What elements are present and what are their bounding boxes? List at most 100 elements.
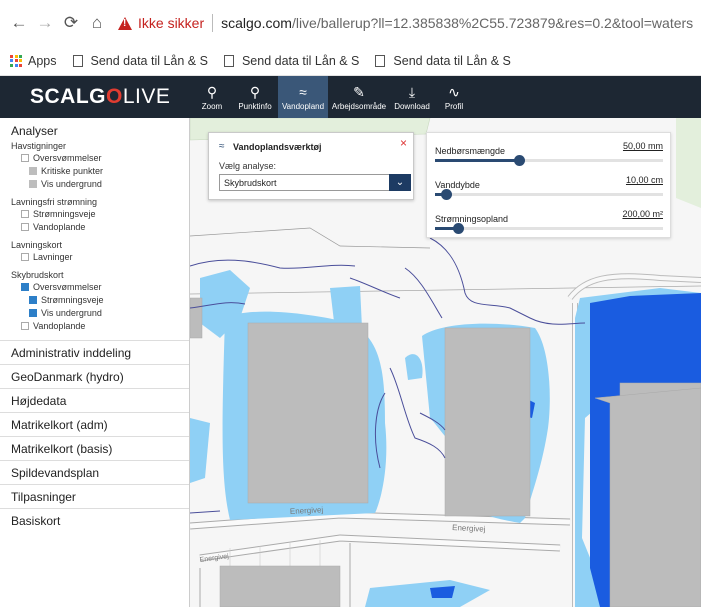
security-label: Ikke sikker bbox=[138, 15, 205, 31]
tool-zoom[interactable]: ⚲ Zoom bbox=[192, 76, 232, 118]
checkbox[interactable] bbox=[29, 309, 37, 317]
tool-profil[interactable]: ∿ Profil bbox=[434, 76, 474, 118]
layer-toggle[interactable]: Oversvømmelser bbox=[0, 151, 189, 164]
checkbox[interactable] bbox=[29, 180, 37, 188]
panel-title: Vandoplandsværktøj bbox=[233, 142, 322, 152]
water-icon: ≈ bbox=[299, 83, 307, 100]
section-hojdedata[interactable]: Højdedata bbox=[0, 388, 189, 412]
slider-vanddybde: Vanddybde 10,00 cm bbox=[435, 175, 663, 200]
section-geodanmark-hydro[interactable]: GeoDanmark (hydro) bbox=[0, 364, 189, 388]
slider-label: Nedbørsmængde bbox=[435, 146, 506, 156]
group-title: Havstigninger bbox=[11, 141, 67, 151]
checkbox[interactable] bbox=[21, 283, 29, 291]
checkbox[interactable] bbox=[21, 210, 29, 218]
reload-icon[interactable]: ⟳ bbox=[58, 13, 84, 33]
chevron-down-icon[interactable]: ⌄ bbox=[389, 174, 411, 191]
home-icon[interactable]: ⌂ bbox=[84, 13, 110, 33]
section-spildevandsplan[interactable]: Spildevandsplan bbox=[0, 460, 189, 484]
logo-text-live: LIVE bbox=[122, 85, 171, 108]
layer-label: Vandoplande bbox=[33, 222, 86, 232]
layer-label: Kritiske punkter bbox=[41, 166, 104, 176]
bookmark-item[interactable]: Send data til Lån & S bbox=[72, 53, 208, 68]
checkbox[interactable] bbox=[29, 296, 37, 304]
profile-line-icon: ∿ bbox=[448, 83, 460, 100]
analysis-select[interactable]: Skybrudskort ⌄ bbox=[219, 174, 411, 191]
forward-arrow-icon[interactable]: → bbox=[32, 13, 58, 33]
bookmarks-bar: Apps Send data til Lån & S Send data til… bbox=[0, 46, 701, 76]
checkbox[interactable] bbox=[21, 322, 29, 330]
slider-handle[interactable] bbox=[452, 223, 464, 234]
slider-track[interactable] bbox=[435, 189, 663, 200]
layer-toggle[interactable]: Kritiske punkter bbox=[0, 164, 189, 177]
select-value: Skybrudskort bbox=[224, 178, 277, 188]
url-host: scalgo.com bbox=[221, 15, 292, 31]
slider-track[interactable] bbox=[435, 155, 663, 166]
tool-vandopland[interactable]: ≈ Vandopland bbox=[278, 76, 328, 118]
bookmark-label: Send data til Lån & S bbox=[90, 53, 208, 68]
bookmark-item[interactable]: Send data til Lån & S bbox=[375, 54, 511, 68]
layer-label: Lavninger bbox=[33, 252, 73, 262]
group-title: Skybrudskort bbox=[11, 270, 64, 280]
layer-toggle[interactable]: Vandoplande bbox=[0, 220, 189, 233]
slider-track[interactable] bbox=[435, 223, 663, 234]
document-icon bbox=[72, 54, 83, 67]
section-basiskort[interactable]: Basiskort bbox=[0, 508, 189, 532]
slider-handle[interactable] bbox=[441, 189, 453, 200]
layer-toggle[interactable]: Vis undergrund bbox=[0, 306, 189, 319]
tool-label: Profil bbox=[444, 101, 464, 111]
slider-value[interactable]: 200,00 m² bbox=[622, 209, 663, 219]
layer-toggle[interactable]: Strømningsveje bbox=[0, 293, 189, 306]
tool-arbejdsomrade[interactable]: ✎ Arbejdsområde bbox=[328, 76, 390, 118]
divider bbox=[212, 14, 214, 32]
tool-label: Punktinfo bbox=[238, 101, 272, 111]
slider-value[interactable]: 50,00 mm bbox=[623, 141, 663, 151]
download-icon: ⤓ bbox=[408, 83, 416, 100]
layer-label: Vis undergrund bbox=[41, 179, 102, 189]
layer-toggle[interactable]: Strømningsveje bbox=[0, 207, 189, 220]
browser-address-bar: ← → ⟳ ⌂ Ikke sikker scalgo.com/live/ball… bbox=[0, 0, 701, 46]
section-matrikelkort-adm[interactable]: Matrikelkort (adm) bbox=[0, 412, 189, 436]
water-icon: ≈ bbox=[219, 141, 225, 152]
layer-toggle[interactable]: Lavninger bbox=[0, 250, 189, 263]
security-indicator[interactable]: Ikke sikker bbox=[118, 15, 204, 31]
scalgo-live-logo[interactable]: SCALGOLIVE bbox=[0, 85, 190, 109]
section-administrativ-inddeling[interactable]: Administrativ inddeling bbox=[0, 340, 189, 364]
url-field[interactable]: scalgo.com/live/ballerup?ll=12.385838%2C… bbox=[221, 15, 693, 31]
group-title: Lavningskort bbox=[11, 240, 63, 250]
layer-toggle[interactable]: Vis undergrund bbox=[0, 177, 189, 190]
tool-punktinfo[interactable]: ⚲ Punktinfo bbox=[232, 76, 278, 118]
slider-stromningsopland: Strømningsopland 200,00 m² bbox=[435, 209, 663, 234]
bookmark-label: Send data til Lån & S bbox=[241, 53, 360, 68]
select-label: Vælg analyse: bbox=[219, 161, 277, 171]
logo-text: SCALG bbox=[30, 85, 106, 108]
checkbox[interactable] bbox=[21, 223, 29, 231]
close-icon[interactable]: × bbox=[400, 136, 407, 150]
app-header: SCALGOLIVE ⚲ Zoom ⚲ Punktinfo ≈ Vandopla… bbox=[0, 76, 701, 118]
layer-toggle[interactable]: Vandoplande bbox=[0, 319, 189, 332]
parameter-sliders-panel: Nedbørsmængde 50,00 mm Vanddybde 10,00 c… bbox=[426, 132, 671, 238]
layer-label: Strømningsveje bbox=[33, 209, 96, 219]
apps-grid-icon bbox=[10, 54, 22, 67]
back-arrow-icon[interactable]: ← bbox=[6, 13, 32, 33]
slider-value[interactable]: 10,00 cm bbox=[626, 175, 663, 185]
tool-label: Vandopland bbox=[281, 101, 325, 111]
bookmark-item[interactable]: Send data til Lån & S bbox=[223, 53, 360, 68]
search-icon: ⚲ bbox=[206, 83, 218, 100]
logo-text-o: O bbox=[106, 85, 123, 108]
tool-download[interactable]: ⤓ Download bbox=[390, 76, 434, 118]
slider-handle[interactable] bbox=[514, 155, 526, 166]
checkbox[interactable] bbox=[21, 253, 29, 261]
section-tilpasninger[interactable]: Tilpasninger bbox=[0, 484, 189, 508]
checkbox[interactable] bbox=[21, 154, 29, 162]
bookmark-apps[interactable]: Apps bbox=[10, 54, 57, 68]
section-analyser[interactable]: Analyser bbox=[0, 118, 189, 138]
layer-label: Strømningsveje bbox=[41, 295, 104, 305]
section-matrikelkort-basis[interactable]: Matrikelkort (basis) bbox=[0, 436, 189, 460]
pencil-icon: ✎ bbox=[353, 83, 365, 100]
layers-sidebar: Analyser Havstigninger Oversvømmelser Kr… bbox=[0, 118, 190, 607]
layer-label: Oversvømmelser bbox=[33, 153, 102, 163]
vandopland-tool-panel: ≈ Vandoplandsværktøj × Vælg analyse: Sky… bbox=[208, 132, 414, 200]
checkbox[interactable] bbox=[29, 167, 37, 175]
road-label: Energivej bbox=[452, 523, 486, 534]
layer-toggle[interactable]: Oversvømmelser bbox=[0, 280, 189, 293]
